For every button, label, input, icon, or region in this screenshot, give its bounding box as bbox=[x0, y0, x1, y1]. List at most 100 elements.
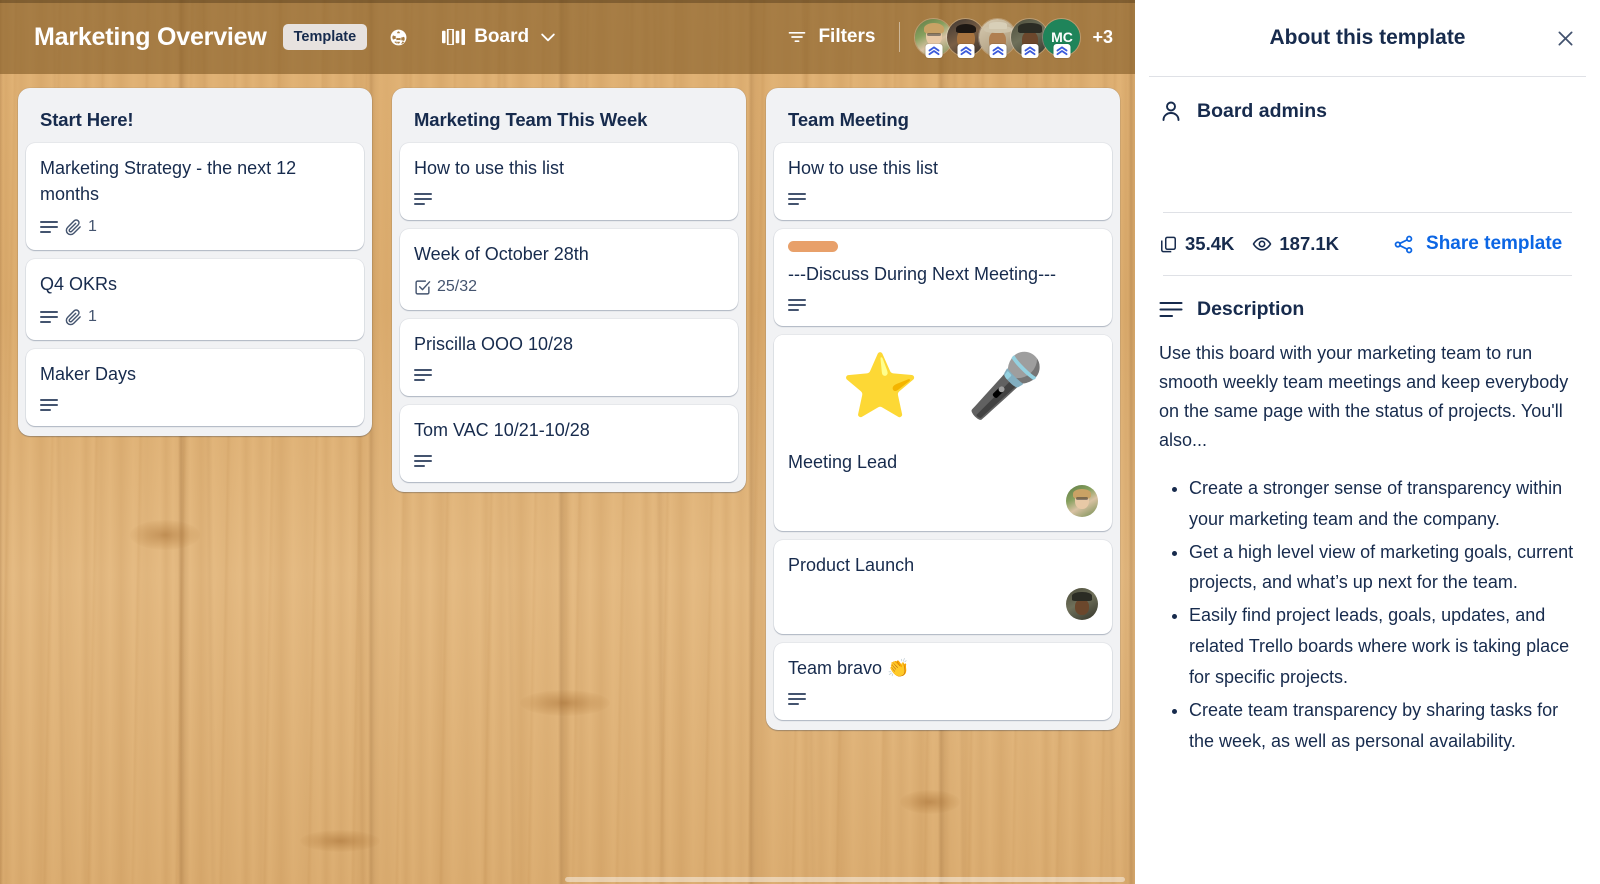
list-item: Easily find project leads, goals, update… bbox=[1189, 600, 1576, 693]
share-icon bbox=[1393, 234, 1414, 255]
card-title: Priscilla OOO 10/28 bbox=[414, 334, 574, 355]
board-header-right: Filters MC +3 bbox=[777, 17, 1113, 58]
card-member-avatar[interactable] bbox=[1066, 485, 1098, 518]
list-marketing-team-this-week: Marketing Team This Week How to use this… bbox=[392, 88, 746, 493]
microphone-emoji: 🎤 bbox=[967, 352, 1045, 422]
list-header[interactable]: Marketing Team This Week bbox=[400, 96, 738, 143]
description-icon bbox=[414, 368, 432, 382]
view-count-value: 187.1K bbox=[1279, 233, 1340, 254]
card-members bbox=[788, 588, 1098, 621]
chevron-down-icon bbox=[538, 27, 558, 47]
avatar[interactable]: MC bbox=[1042, 17, 1082, 58]
template-stats-row: 35.4K 187.1K Share template bbox=[1149, 213, 1586, 275]
premium-badge-icon bbox=[989, 43, 1007, 58]
board-header-left: Marketing Overview Template Board bbox=[34, 21, 565, 53]
member-overflow-count[interactable]: +3 bbox=[1092, 27, 1113, 48]
board-header: Marketing Overview Template Board Filter… bbox=[0, 0, 1135, 74]
card[interactable]: Product Launch bbox=[774, 540, 1112, 635]
card-badges: 25/32 bbox=[414, 278, 724, 296]
member-avatar-stack: MC bbox=[914, 17, 1082, 58]
globe-icon[interactable] bbox=[383, 22, 413, 52]
card[interactable]: ---Discuss During Next Meeting--- bbox=[774, 229, 1112, 327]
board-lists: Start Here! Marketing Strategy - the nex… bbox=[0, 74, 1135, 884]
card-title: Marketing Strategy - the next 12 months bbox=[40, 158, 297, 205]
card-badges bbox=[788, 192, 1098, 206]
board-admins-section: Board admins bbox=[1149, 77, 1586, 212]
card-members bbox=[788, 485, 1098, 518]
card[interactable]: ⭐ 🎤 Meeting Lead bbox=[774, 335, 1112, 532]
template-badge: Template bbox=[282, 24, 368, 50]
card-title: Week of October 28th bbox=[414, 244, 589, 265]
description-heading: Description bbox=[1159, 298, 1576, 321]
card-title: Product Launch bbox=[788, 555, 915, 576]
card-title: Maker Days bbox=[40, 364, 137, 385]
card[interactable]: How to use this list bbox=[400, 143, 738, 221]
list-item: Get a high level view of marketing goals… bbox=[1189, 537, 1576, 599]
card[interactable]: Week of October 28th 25/32 bbox=[400, 229, 738, 311]
description-icon bbox=[788, 692, 806, 706]
card[interactable]: Tom VAC 10/21-10/28 bbox=[400, 405, 738, 483]
list-title: Team Meeting bbox=[788, 109, 909, 130]
board-view-icon bbox=[442, 29, 466, 45]
premium-badge-icon bbox=[925, 43, 943, 58]
card-badges bbox=[414, 454, 724, 468]
list-cards: How to use this list ---Discuss During N… bbox=[774, 143, 1112, 721]
card[interactable]: Maker Days bbox=[26, 349, 364, 427]
about-template-panel: About this template Board admins 35.4K 1… bbox=[1135, 0, 1600, 884]
card-member-avatar[interactable] bbox=[1066, 588, 1098, 621]
card[interactable]: How to use this list bbox=[774, 143, 1112, 221]
view-switcher-label: Board bbox=[474, 26, 530, 47]
close-icon[interactable] bbox=[1548, 21, 1582, 55]
list-title: Marketing Team This Week bbox=[414, 109, 648, 130]
card[interactable]: Team bravo 👏 bbox=[774, 643, 1112, 721]
board-admins-label: Board admins bbox=[1197, 99, 1328, 122]
list-item: Create team transparency by sharing task… bbox=[1189, 695, 1576, 757]
card-title: Meeting Lead bbox=[788, 452, 898, 473]
description-icon bbox=[788, 192, 806, 206]
card[interactable]: Q4 OKRs 1 bbox=[26, 259, 364, 341]
horizontal-scrollbar[interactable] bbox=[565, 877, 1125, 882]
checklist-badge: 25/32 bbox=[414, 278, 477, 296]
description-icon bbox=[40, 220, 58, 234]
card[interactable]: Priscilla OOO 10/28 bbox=[400, 319, 738, 397]
card[interactable]: Marketing Strategy - the next 12 months bbox=[26, 143, 364, 251]
card-badges: 1 bbox=[40, 218, 350, 236]
view-switcher[interactable]: Board bbox=[435, 21, 565, 53]
attachment-icon bbox=[65, 218, 82, 236]
eye-icon bbox=[1252, 234, 1272, 254]
description-icon bbox=[40, 310, 58, 324]
list-header[interactable]: Team Meeting bbox=[774, 96, 1112, 143]
copy-count-stat: 35.4K bbox=[1159, 233, 1234, 255]
checklist-count: 25/32 bbox=[437, 278, 478, 296]
checklist-icon bbox=[414, 279, 431, 296]
person-icon bbox=[1159, 99, 1183, 123]
card-badges bbox=[414, 368, 724, 382]
copy-icon bbox=[1159, 235, 1178, 254]
list-header[interactable]: Start Here! bbox=[26, 96, 364, 143]
description-icon bbox=[414, 192, 432, 206]
copy-count-value: 35.4K bbox=[1185, 233, 1235, 254]
card-badges bbox=[788, 692, 1098, 706]
card-title: Tom VAC 10/21-10/28 bbox=[414, 420, 590, 441]
card-labels bbox=[788, 241, 1098, 253]
list-cards: How to use this list Week of October 28t… bbox=[400, 143, 738, 483]
description-icon bbox=[40, 398, 58, 412]
list-item: Create a stronger sense of transparency … bbox=[1189, 473, 1576, 535]
page-title: Marketing Overview bbox=[34, 22, 267, 51]
list-title: Start Here! bbox=[40, 109, 134, 130]
board-admins-heading: Board admins bbox=[1159, 99, 1576, 123]
card-title: Q4 OKRs bbox=[40, 274, 118, 295]
panel-fade-overlay bbox=[1135, 812, 1600, 884]
orange-label[interactable] bbox=[788, 241, 838, 253]
attachment-count: 1 bbox=[88, 308, 97, 326]
share-template-button[interactable]: Share template bbox=[1393, 233, 1562, 255]
header-divider bbox=[899, 22, 901, 52]
description-section: Description Use this board with your mar… bbox=[1149, 276, 1586, 757]
card-title: ---Discuss During Next Meeting--- bbox=[788, 264, 1057, 285]
description-icon bbox=[414, 454, 432, 468]
card-title: How to use this list bbox=[414, 158, 565, 178]
card-title: How to use this list bbox=[788, 158, 939, 178]
view-count-stat: 187.1K bbox=[1252, 233, 1339, 255]
filters-button[interactable]: Filters bbox=[777, 20, 885, 54]
card-badges bbox=[414, 192, 724, 206]
